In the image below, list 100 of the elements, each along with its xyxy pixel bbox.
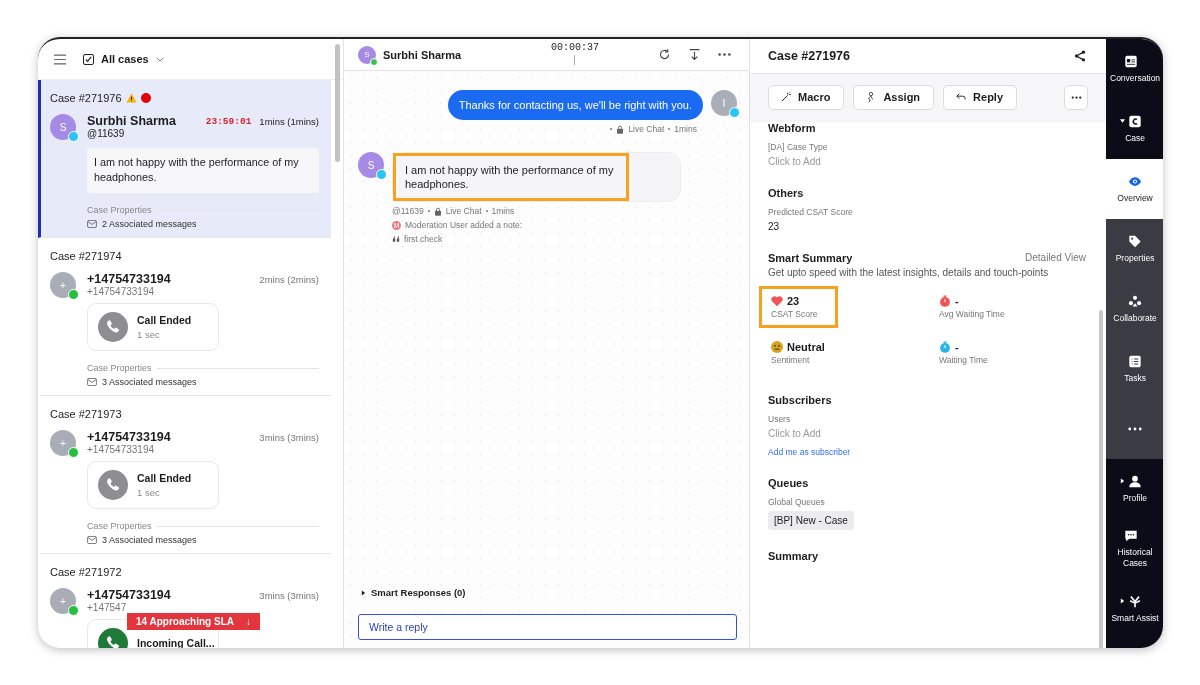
case-age: 3mins (3mins)	[259, 431, 319, 443]
call-duration: 1 sec	[137, 487, 161, 498]
person-icon	[1128, 474, 1143, 488]
metric-value: Neutral	[787, 341, 825, 353]
checkbox[interactable]	[83, 53, 94, 65]
sla-badge[interactable]: 14 Approaching SLA ↓	[127, 613, 260, 630]
message-time: 1mins	[674, 124, 697, 134]
message-time: 1mins	[491, 206, 515, 216]
action-button[interactable]: Reply	[943, 84, 1018, 110]
avatar: +	[50, 430, 76, 456]
case-age: 2mins (2mins)	[259, 273, 319, 285]
case-properties-label: Case Properties	[87, 363, 152, 373]
detailed-view-link[interactable]: Detailed View	[1025, 252, 1086, 267]
lock-icon	[616, 124, 625, 134]
message-preview: I am not happy with the performance of my headphones.	[87, 148, 319, 193]
field-label: Global Queues	[768, 497, 826, 507]
message-bubble: Thanks for contacting us, we'll be right with you.	[447, 90, 703, 120]
case-properties-label: Case Properties	[87, 521, 152, 531]
case-icon	[1128, 114, 1143, 128]
sidebar-tab[interactable]: Collaborate	[1106, 279, 1163, 339]
associated-messages[interactable]: 3 Associated messages	[102, 377, 197, 387]
caret-icon	[361, 589, 366, 596]
section-title: Summary	[768, 550, 820, 562]
contact-handle: @11639	[87, 128, 126, 139]
metric-value: 23	[787, 295, 800, 307]
sidebar-tab[interactable]: Smart Assist	[1106, 579, 1163, 639]
avatar: S	[50, 114, 76, 140]
message-channel: Live Chat	[445, 206, 482, 216]
contact-name: +14754733194	[87, 430, 172, 444]
case-age: 1mins (1mins)	[259, 115, 319, 127]
mail-icon	[87, 378, 97, 386]
group-icon	[1128, 294, 1143, 308]
sidebar-tab[interactable]: Case	[1106, 99, 1163, 159]
scrollbar[interactable]	[335, 44, 340, 162]
scrollbar[interactable]	[1099, 310, 1103, 648]
field-label: Users	[768, 414, 792, 424]
list-icon	[1128, 354, 1143, 368]
caret-icon	[1120, 478, 1126, 484]
case-card[interactable]: Case #271973 + +14754733194 3mins (3mins) +14754733194 Call Ended 1 sec Case Properties 3 Associated messages	[38, 396, 331, 554]
chat-icon	[1124, 529, 1139, 542]
smart-responses-toggle[interactable]: Smart Responses (0)	[361, 587, 466, 598]
case-number: Case #271973	[50, 408, 122, 420]
sidebar-tab[interactable]: Historical Cases	[1106, 519, 1163, 579]
call-status: Call Ended	[137, 314, 192, 326]
heart-icon	[771, 295, 783, 307]
case-number: Case #271974	[50, 250, 122, 262]
mail-icon	[87, 536, 97, 544]
section-title: Smart Summary	[768, 252, 853, 264]
refresh-icon[interactable]	[658, 48, 671, 61]
reply-icon	[956, 92, 967, 102]
eye-icon	[1128, 174, 1143, 188]
contact-name: +14754733194	[87, 588, 172, 602]
associated-messages[interactable]: 3 Associated messages	[102, 535, 197, 545]
channel-badge-icon	[729, 107, 740, 118]
field-value[interactable]: 23	[768, 221, 1106, 232]
message-handle: @11639	[392, 206, 424, 216]
case-number: Case #271976	[50, 92, 122, 104]
avatar: S	[358, 152, 384, 178]
add-subscriber-link[interactable]: Add me as subscriber	[768, 447, 1106, 457]
download-icon[interactable]	[688, 48, 701, 61]
sla-timer: 23:59:01	[205, 115, 252, 127]
action-button[interactable]: Assign	[853, 84, 935, 110]
sidebar-tab[interactable]: Properties	[1106, 219, 1163, 279]
stopwatch-icon	[939, 295, 951, 307]
sidebar-tab[interactable]: Profile	[1106, 459, 1163, 519]
case-card[interactable]: Case #271976 S Surbhi Sharma 23:59:01 1mins (1mins) @11639 I am not happy with the performance of my headphones. Case Properties 2 Associated messages	[38, 80, 331, 238]
queue-chip[interactable]: [BP] New - Case	[768, 511, 854, 530]
stopwatch-icon	[939, 341, 951, 353]
section-title: Others	[768, 187, 805, 199]
call-status: Call Ended	[137, 472, 192, 484]
contact-handle: +147547	[87, 602, 128, 613]
avatar: +	[50, 588, 76, 614]
action-button[interactable]: Macro	[768, 84, 845, 110]
caret-icon	[1120, 598, 1126, 604]
chevron-down-icon	[155, 56, 164, 62]
associated-messages[interactable]: 2 Associated messages	[102, 219, 197, 229]
field-label: Predicted CSAT Score	[768, 207, 854, 217]
contact-name: Surbhi Sharma	[87, 114, 177, 128]
contact-handle: +14754733194	[87, 286, 156, 297]
more-icon	[1070, 95, 1082, 99]
menu-icon[interactable]	[53, 53, 67, 65]
sidebar-tab[interactable]: Conversation	[1106, 39, 1163, 99]
more-icon	[1128, 427, 1143, 431]
message-channel: Live Chat	[628, 124, 665, 134]
sidebar-tab[interactable]: Tasks	[1106, 339, 1163, 399]
note-text: Moderation User added a note:	[405, 220, 523, 230]
section-title: Webform	[768, 122, 817, 134]
window-icon	[1124, 54, 1139, 68]
reply-field[interactable]: Write a reply	[358, 614, 737, 640]
wand-icon	[781, 92, 791, 102]
section-title: Queues	[768, 477, 810, 489]
filter-dropdown[interactable]: All cases	[83, 53, 164, 65]
share-icon[interactable]	[1074, 50, 1086, 62]
metric-label: Sentiment	[771, 355, 811, 365]
caret-icon	[1120, 118, 1126, 124]
quote-icon	[392, 236, 400, 242]
case-card[interactable]: Case #271974 + +14754733194 2mins (2mins) +14754733194 Call Ended 1 sec Case Properties 3 Associated messages	[38, 238, 331, 396]
case-age: 3mins (3mins)	[259, 589, 319, 601]
sidebar-tab[interactable]: Overview	[1106, 159, 1163, 219]
tag-icon	[1128, 234, 1143, 248]
